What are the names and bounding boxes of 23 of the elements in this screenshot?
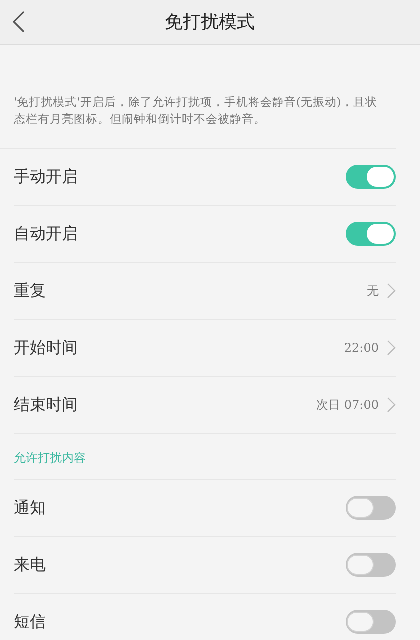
toggle-switch[interactable] bbox=[346, 165, 396, 189]
setting-value: 22:00 bbox=[344, 341, 379, 355]
chevron-right-icon bbox=[387, 397, 396, 413]
toggle-switch[interactable] bbox=[346, 496, 396, 520]
setting-value: 次日 07:00 bbox=[316, 396, 379, 414]
setting-label: 来电 bbox=[14, 554, 46, 576]
back-icon[interactable] bbox=[12, 10, 26, 34]
chevron-right-icon bbox=[387, 283, 396, 299]
toggle-switch[interactable] bbox=[346, 222, 396, 246]
setting-label[interactable]: 重复 bbox=[14, 280, 46, 302]
toggle-switch[interactable] bbox=[346, 610, 396, 634]
section-heading: 允许打扰内容 bbox=[14, 450, 86, 467]
setting-label: 通知 bbox=[14, 498, 46, 518]
chevron-right-icon bbox=[387, 340, 396, 356]
setting-label[interactable]: 结束时间 bbox=[14, 394, 78, 416]
toggle-switch[interactable] bbox=[346, 553, 396, 577]
setting-label: 自动开启 bbox=[14, 224, 78, 244]
setting-label: 短信 bbox=[14, 612, 46, 632]
page-title: 免打扰模式 bbox=[165, 11, 255, 34]
setting-label[interactable]: 开始时间 bbox=[14, 338, 78, 358]
setting-value: 无 bbox=[367, 282, 379, 300]
description-text: '免打扰模式'开启后，除了允许打扰项，手机将会静音(无振动)，且状态栏有月亮图标。但闹钟和倒计时不会被静音。 bbox=[14, 94, 378, 128]
setting-label: 手动开启 bbox=[14, 166, 78, 188]
